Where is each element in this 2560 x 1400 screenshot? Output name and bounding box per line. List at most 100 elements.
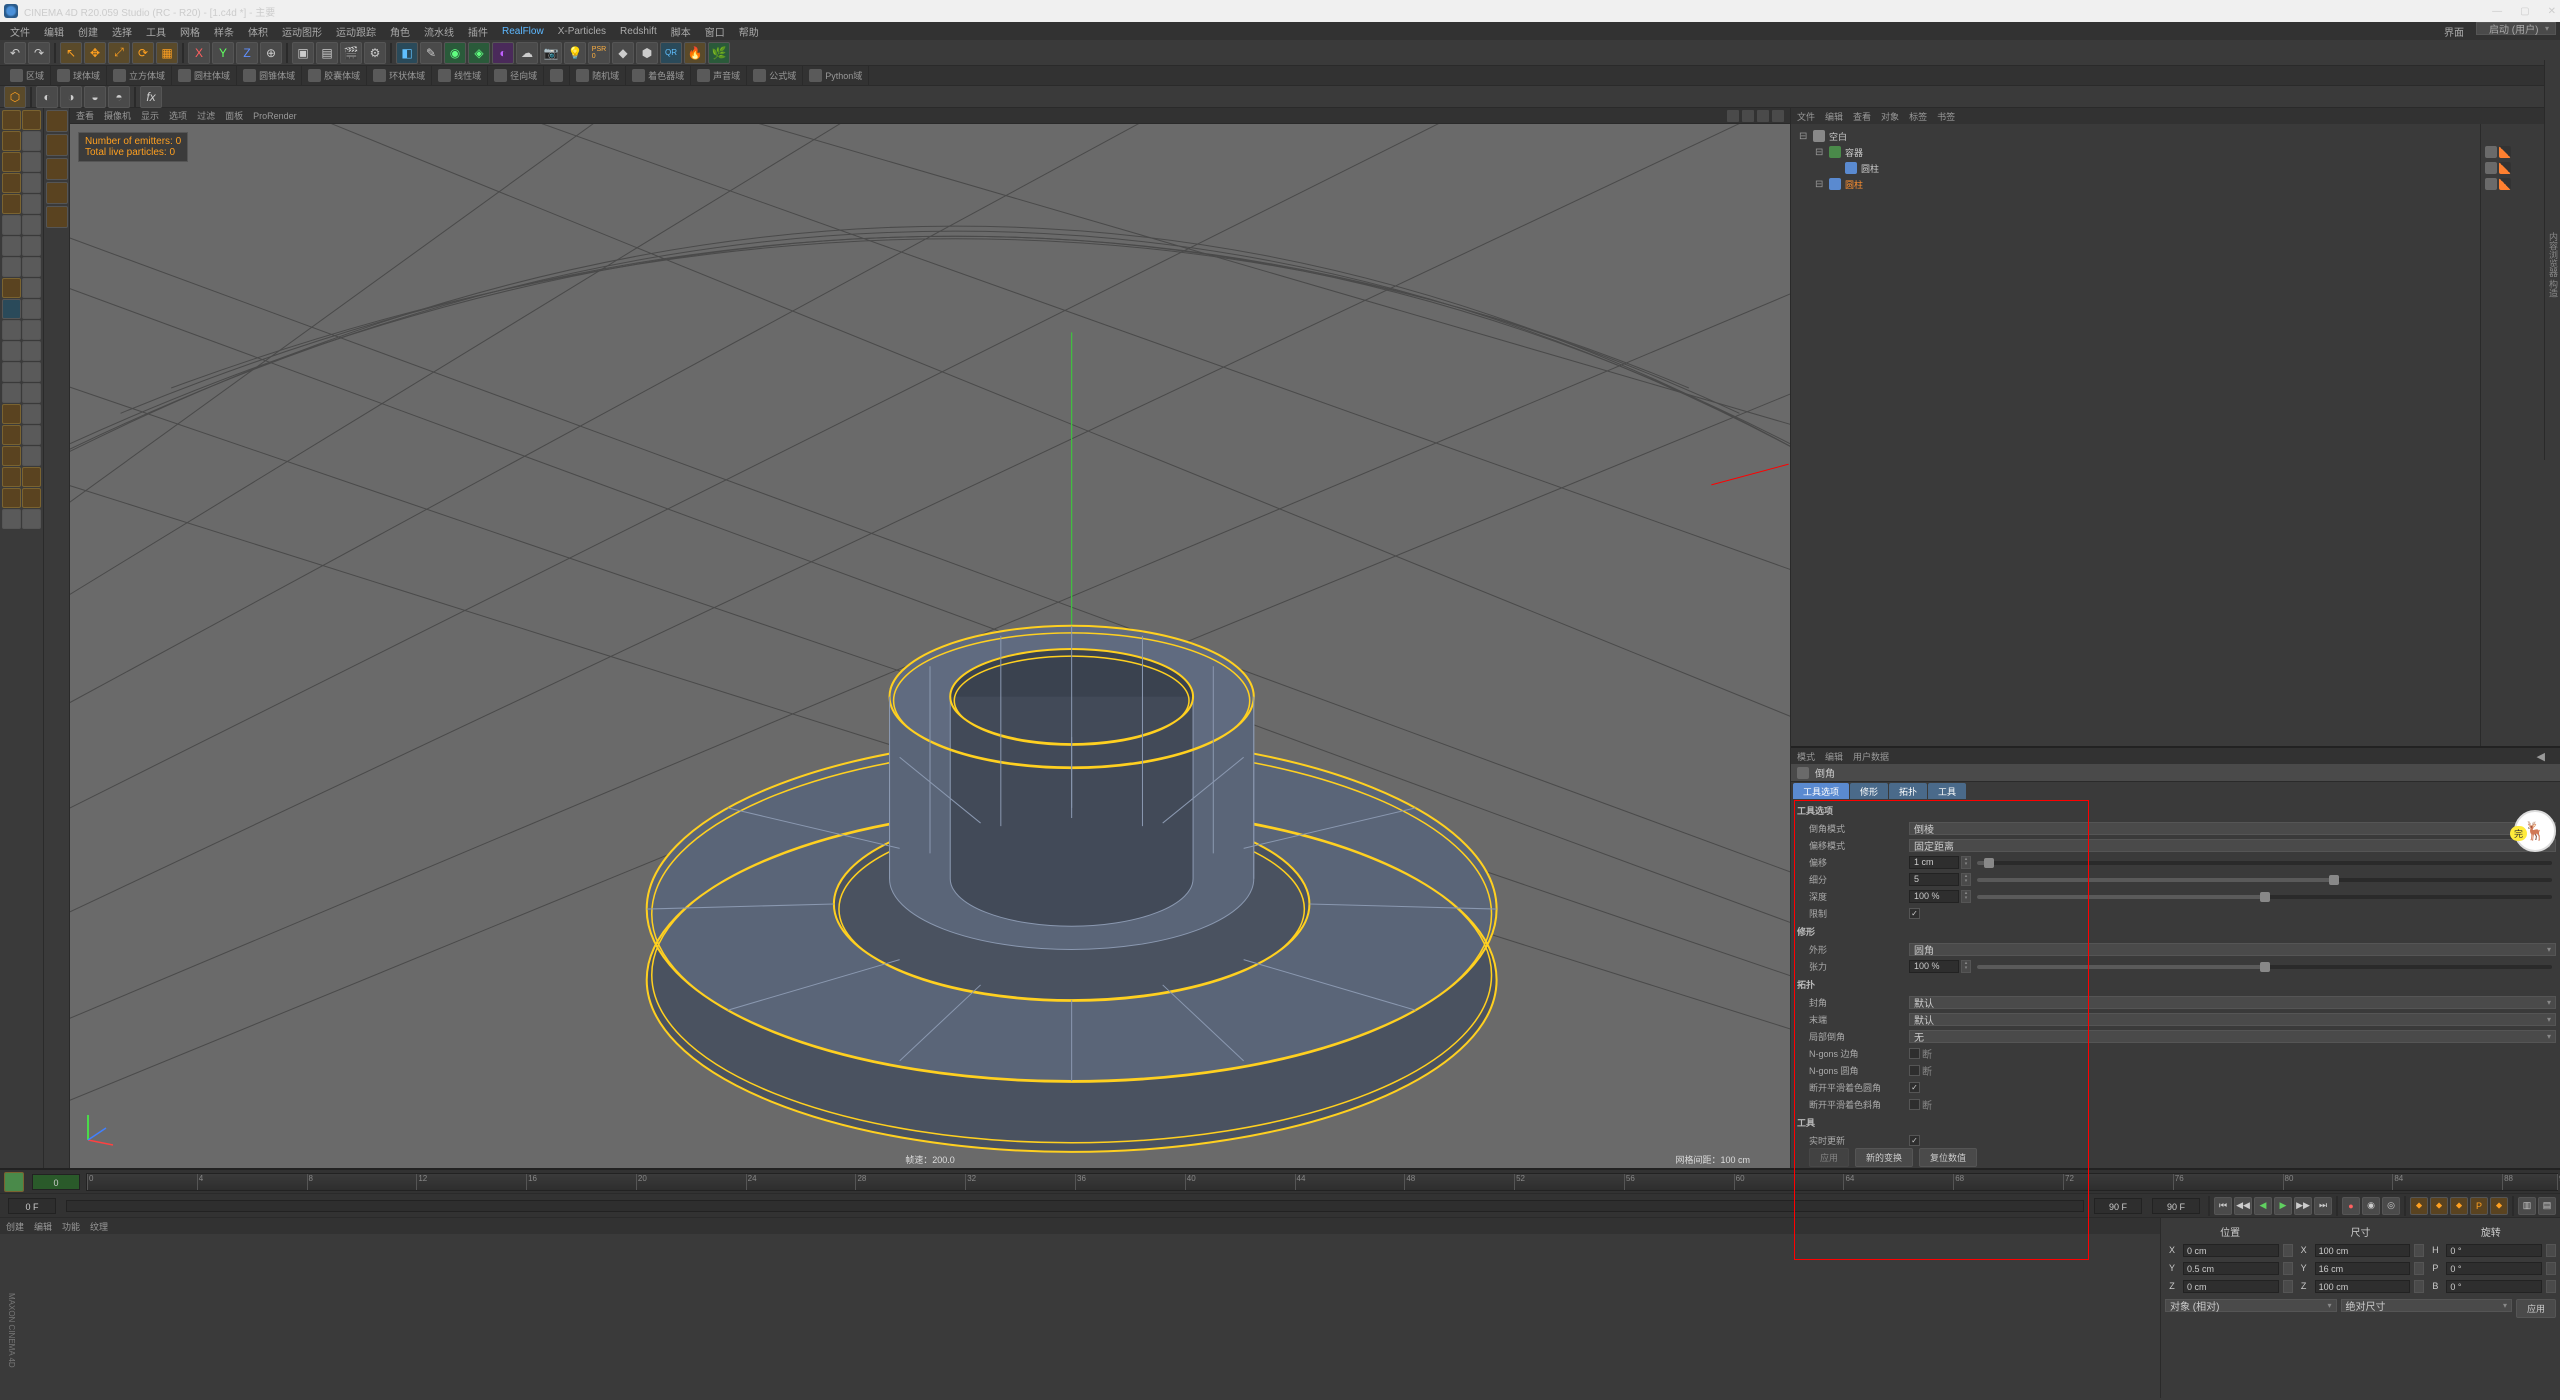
left-tool-13[interactable] xyxy=(22,236,41,256)
check-断开平滑着色圆角[interactable]: ✓ xyxy=(1909,1082,1920,1093)
frame-start[interactable]: 0 F xyxy=(8,1198,56,1214)
menu-角色[interactable]: 角色 xyxy=(384,22,416,41)
check-限制[interactable]: ✓ xyxy=(1909,908,1920,919)
coord-size-select[interactable]: 绝对尺寸 xyxy=(2341,1299,2513,1312)
objmenu-文件[interactable]: 文件 xyxy=(1797,110,1815,123)
fx-icon[interactable]: fx xyxy=(140,86,162,108)
menu-编辑[interactable]: 编辑 xyxy=(38,22,70,41)
menu-流水线[interactable]: 流水线 xyxy=(418,22,460,41)
menu-创建[interactable]: 创建 xyxy=(72,22,104,41)
tool-icon[interactable]: ⬡ xyxy=(4,86,26,108)
palette-[interactable] xyxy=(544,66,570,85)
vmenu-选项[interactable]: 选项 xyxy=(169,109,187,122)
palette-圆柱体域[interactable]: 圆柱体域 xyxy=(172,66,237,85)
left-tool-37[interactable] xyxy=(22,488,41,508)
viewport-3d[interactable]: Number of emitters: 0 Total live particl… xyxy=(70,124,1790,1168)
select-倒角模式[interactable]: 倒棱 xyxy=(1909,822,2556,835)
check-N-gons 圆角[interactable] xyxy=(1909,1065,1920,1076)
palette-Python域[interactable]: Python域 xyxy=(803,66,869,85)
coord-apply-button[interactable]: 应用 xyxy=(2516,1299,2556,1318)
vp-nav1-icon[interactable] xyxy=(1727,110,1739,122)
timeline-ruler[interactable]: 0 04812162024283236404448525660646872768… xyxy=(0,1170,2560,1194)
cube-icon[interactable]: ◧ xyxy=(396,42,418,64)
select-末端[interactable]: 默认 xyxy=(1909,1013,2556,1026)
tl-v2-icon[interactable]: ▤ xyxy=(2538,1197,2556,1215)
left-tool-9[interactable] xyxy=(22,194,41,214)
left-tool-11[interactable] xyxy=(22,215,41,235)
vmenu-摄像机[interactable]: 摄像机 xyxy=(104,109,131,122)
left-tool-18[interactable] xyxy=(2,299,21,319)
tab-拓扑[interactable]: 拓扑 xyxy=(1889,783,1927,799)
vp-tool2-icon[interactable] xyxy=(46,182,68,204)
k5-icon[interactable]: ⬥ xyxy=(2490,1197,2508,1215)
layout-select[interactable]: 启动 (用户) xyxy=(2476,22,2556,35)
record-icon[interactable]: ● xyxy=(2342,1197,2360,1215)
palette-线性域[interactable]: 线性域 xyxy=(432,66,488,85)
vp-cube-icon[interactable] xyxy=(46,110,68,132)
generator-icon[interactable]: ◈ xyxy=(468,42,490,64)
left-tool-22[interactable] xyxy=(2,341,21,361)
deformer-icon[interactable]: ◐ xyxy=(492,42,514,64)
axis-y-icon[interactable]: Y xyxy=(212,42,234,64)
btn-复位数值[interactable]: 复位数值 xyxy=(1919,1148,1977,1167)
palette-声音域[interactable]: 声音域 xyxy=(691,66,747,85)
attrmenu-用户数据[interactable]: 用户数据 xyxy=(1853,750,1889,763)
close-button[interactable]: ✕ xyxy=(2548,6,2556,17)
goto-start-icon[interactable]: ⏮ xyxy=(2214,1197,2232,1215)
menu-Redshift[interactable]: Redshift xyxy=(614,24,663,39)
menu-窗口[interactable]: 窗口 xyxy=(699,22,731,41)
mat2-icon[interactable]: ◑ xyxy=(60,86,82,108)
select-外形[interactable]: 圆角 xyxy=(1909,943,2556,956)
axis-gizmo[interactable] xyxy=(78,1110,118,1150)
menu-网格[interactable]: 网格 xyxy=(174,22,206,41)
select-封角[interactable]: 默认 xyxy=(1909,996,2556,1009)
tab-工具[interactable]: 工具 xyxy=(1928,783,1966,799)
ruler[interactable]: 0481216202428323640444852566064687276808… xyxy=(86,1173,2558,1191)
menu-运动图形[interactable]: 运动图形 xyxy=(276,22,328,41)
mat3-icon[interactable]: ◒ xyxy=(84,86,106,108)
menu-工具[interactable]: 工具 xyxy=(140,22,172,41)
tab-修形[interactable]: 修形 xyxy=(1850,783,1888,799)
palette-区域[interactable]: 区域 xyxy=(4,66,51,85)
menu-选择[interactable]: 选择 xyxy=(106,22,138,41)
left-tool-14[interactable] xyxy=(2,257,21,277)
k2-icon[interactable]: ⬥ xyxy=(2430,1197,2448,1215)
next-key-icon[interactable]: ▶▶ xyxy=(2294,1197,2312,1215)
menu-脚本[interactable]: 脚本 xyxy=(665,22,697,41)
palette-公式域[interactable]: 公式域 xyxy=(747,66,803,85)
environment-icon[interactable]: ☁ xyxy=(516,42,538,64)
menu-文件[interactable]: 文件 xyxy=(4,22,36,41)
palette-随机域[interactable]: 随机域 xyxy=(570,66,626,85)
left-tool-25[interactable] xyxy=(22,362,41,382)
palette-球体域[interactable]: 球体域 xyxy=(51,66,107,85)
axis-z-icon[interactable]: Z xyxy=(236,42,258,64)
qr-icon[interactable]: QR xyxy=(660,42,682,64)
obj-row-2[interactable]: 圆柱 xyxy=(1795,160,2476,176)
left-tool-21[interactable] xyxy=(22,320,41,340)
attrmenu-模式[interactable]: 模式 xyxy=(1797,750,1815,763)
select-局部倒角[interactable]: 无 xyxy=(1909,1030,2556,1043)
timeline-scrub[interactable] xyxy=(66,1200,2084,1212)
left-tool-4[interactable] xyxy=(2,152,21,172)
volume-icon[interactable]: ⬢ xyxy=(636,42,658,64)
keyopt-icon[interactable]: ◎ xyxy=(2382,1197,2400,1215)
material-panel[interactable]: 创建编辑功能纹理 MAXON CINEMA 4D xyxy=(0,1218,2160,1398)
left-tool-15[interactable] xyxy=(22,257,41,277)
vmenu-查看[interactable]: 查看 xyxy=(76,109,94,122)
left-tool-7[interactable] xyxy=(22,173,41,193)
move-icon[interactable]: ✥ xyxy=(84,42,106,64)
mat4-icon[interactable]: ◓ xyxy=(108,86,130,108)
menu-帮助[interactable]: 帮助 xyxy=(733,22,765,41)
rotate-icon[interactable]: ⟳ xyxy=(132,42,154,64)
left-tool-10[interactable] xyxy=(2,215,21,235)
minimize-button[interactable]: — xyxy=(2492,6,2502,17)
object-tree[interactable]: ⊟空白⊟容器圆柱⊟圆柱 xyxy=(1791,124,2480,746)
input-偏移[interactable]: 1 cm xyxy=(1909,856,1959,869)
btn-新的变换[interactable]: 新的变换 xyxy=(1855,1148,1913,1167)
select-偏移模式[interactable]: 固定距离 xyxy=(1909,839,2556,852)
left-tool-28[interactable] xyxy=(2,404,21,424)
frame-end2[interactable]: 90 F xyxy=(2152,1198,2200,1214)
plugin2-icon[interactable]: 🌿 xyxy=(708,42,730,64)
left-tool-23[interactable] xyxy=(22,341,41,361)
render-settings-icon[interactable]: ⚙ xyxy=(364,42,386,64)
